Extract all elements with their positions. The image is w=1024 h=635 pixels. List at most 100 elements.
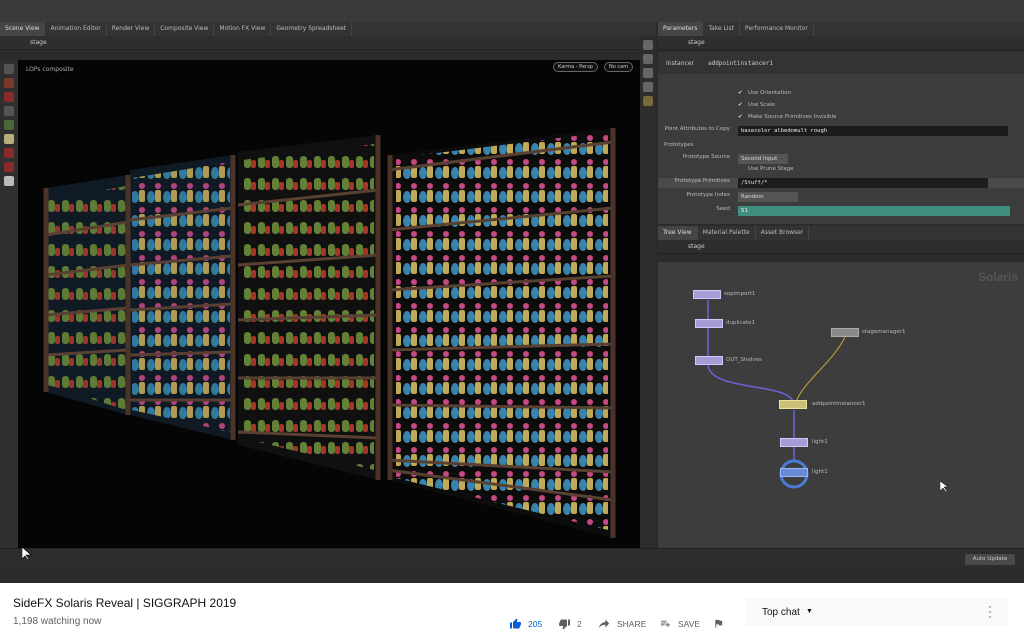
use-prune-row[interactable]: Use Prune Stage [658, 166, 1024, 176]
prototype-primitives-field[interactable]: /Stuff/* [738, 178, 988, 188]
video-cursor-icon [22, 547, 32, 561]
prototypes-label: Prototypes [664, 142, 694, 148]
shelves-render [43, 128, 616, 538]
node-name[interactable]: addpointinstancer1 [708, 60, 773, 67]
snap-icon[interactable] [642, 96, 653, 106]
share-icon [599, 619, 610, 629]
seed-field[interactable]: 51 [738, 206, 1010, 216]
checkbox-scale[interactable]: ✔ Use Scale [658, 102, 1024, 112]
thumbs-up-icon [510, 618, 521, 629]
path-stage[interactable]: stage [30, 39, 47, 46]
prototype-source-label: Prototype Source [682, 154, 730, 160]
prototypes-heading: Prototypes [658, 142, 1024, 152]
mouse-cursor-icon [940, 481, 948, 493]
checkbox-label: Make Source Primitives Invisible [748, 114, 837, 120]
tab-tree-view[interactable]: Tree View [658, 226, 698, 240]
top-chat-label[interactable]: Top chat [762, 607, 800, 618]
save-label: SAVE [678, 618, 701, 629]
tab-take-list[interactable]: Take List [703, 22, 741, 36]
tab-animation-editor[interactable]: Animation Editor [45, 22, 107, 36]
tab-parameters[interactable]: Parameters [658, 22, 704, 36]
video-info: SideFX Solaris Reveal | SIGGRAPH 2019 1,… [0, 583, 1024, 635]
prototype-index-row: Prototype Index Random [658, 192, 1024, 202]
node-label-out-shelves: OUT_Shelves [726, 357, 762, 363]
node-stagemanager[interactable] [831, 328, 859, 337]
parameter-pane: Instancer addpointinstancer1 ✔ Use Orient… [658, 52, 1024, 224]
select-tool-icon[interactable] [4, 64, 14, 74]
node-sopimport[interactable] [693, 290, 721, 299]
scale-tool-icon[interactable] [4, 106, 14, 116]
seed-row: Seed 51 [658, 206, 1024, 216]
video-player[interactable]: Scene View Animation Editor Render View … [0, 0, 1024, 583]
chat-header: Top chat ▼ · · · [746, 598, 1008, 626]
3d-viewport[interactable]: LOPs composite Karma - Persp No cam [18, 60, 640, 548]
lighting-icon[interactable] [642, 54, 653, 64]
node-light-b[interactable] [780, 468, 808, 477]
rotate-tool-icon[interactable] [4, 92, 14, 102]
right-top-tabs: Parameters Take List Performance Monitor [658, 22, 1024, 36]
move-tool-icon[interactable] [4, 78, 14, 88]
more-options-icon[interactable]: · · · [986, 600, 994, 622]
playlist-add-icon [660, 620, 671, 628]
network-path[interactable]: stage [688, 243, 705, 250]
dislike-button[interactable]: 2 [558, 618, 582, 630]
left-toolbar [0, 60, 18, 548]
left-pane-tabs: Scene View Animation Editor Render View … [0, 22, 656, 36]
tab-asset-browser[interactable]: Asset Browser [756, 226, 810, 240]
check-icon: ✔ [738, 90, 743, 96]
pose-tool-icon[interactable] [4, 120, 14, 130]
like-button[interactable]: 205 [509, 618, 542, 630]
tab-performance-monitor[interactable]: Performance Monitor [740, 22, 814, 36]
node-duplicate[interactable] [695, 319, 723, 328]
check-icon: ✔ [738, 114, 743, 120]
use-prune-label: Use Prune Stage [748, 166, 794, 172]
node-label-addpointinstancer: addpointinstancer1 [812, 401, 866, 407]
network-editor[interactable]: Solaris sopimport1 duplicate1 OUT_Shelve… [658, 262, 1024, 548]
tab-material-palette[interactable]: Material Palette [698, 226, 756, 240]
flag-button[interactable] [713, 618, 730, 629]
tab-motion-fx-view[interactable]: Motion FX View [214, 22, 272, 36]
seed-label: Seed [716, 206, 730, 212]
prototype-index-label: Prototype Index [686, 192, 730, 198]
thumbs-down-icon [559, 619, 570, 630]
attributes-row: Point Attributes to Copy basecolor albed… [658, 126, 1024, 136]
node-label-stagemanager: stagemanager1 [862, 329, 906, 335]
prototype-primitives-label: Prototype Primitives [674, 178, 730, 184]
prototype-primitives-row: Prototype Primitives /Stuff/* [658, 178, 1024, 188]
node-label-light-b: light1 [812, 469, 828, 475]
left-path-bar: stage [0, 36, 656, 50]
view-tool-icon[interactable] [4, 176, 14, 186]
checkbox-label: Use Scale [748, 102, 775, 108]
node-light-a[interactable] [780, 438, 808, 447]
shading-icon[interactable] [642, 68, 653, 78]
node-label-light-a: light1 [812, 439, 828, 445]
handle-tool-icon[interactable] [4, 134, 14, 144]
node-out-shelves[interactable] [695, 356, 723, 365]
share-button[interactable]: SHARE [598, 618, 646, 629]
param-path[interactable]: stage [688, 39, 705, 46]
houdini-menu-bar [0, 0, 1024, 22]
camera-tool-icon[interactable] [4, 162, 14, 172]
video-title: SideFX Solaris Reveal | SIGGRAPH 2019 [13, 596, 237, 610]
attributes-field[interactable]: basecolor albedomult rough [738, 126, 1008, 136]
auto-update-button[interactable]: Auto Update [965, 554, 1015, 565]
tab-render-view[interactable]: Render View [107, 22, 156, 36]
display-options-icon[interactable] [642, 40, 653, 50]
checkbox-invisible[interactable]: ✔ Make Source Primitives Invisible [658, 114, 1024, 124]
prototype-index-menu[interactable]: Random [738, 192, 798, 202]
tab-composite-view[interactable]: Composite View [155, 22, 215, 36]
node-label-sopimport: sopimport1 [724, 291, 756, 297]
tab-scene-view[interactable]: Scene View [0, 22, 46, 36]
save-button[interactable]: SAVE [659, 618, 700, 629]
node-addpointinstancer[interactable] [779, 400, 807, 409]
like-count: 205 [528, 619, 543, 629]
node-label-duplicate: duplicate1 [726, 320, 755, 326]
visibility-icon[interactable] [642, 82, 653, 92]
chevron-down-icon[interactable]: ▼ [806, 608, 813, 615]
tab-geometry-spreadsheet[interactable]: Geometry Spreadsheet [271, 22, 352, 36]
right-bottom-tabs: Tree View Material Palette Asset Browser [658, 226, 1024, 240]
prototype-source-menu[interactable]: Second Input [738, 154, 788, 164]
light-tool-icon[interactable] [4, 148, 14, 158]
right-top-path-bar: stage [658, 36, 1024, 50]
checkbox-orientation[interactable]: ✔ Use Orientation [658, 90, 1024, 100]
